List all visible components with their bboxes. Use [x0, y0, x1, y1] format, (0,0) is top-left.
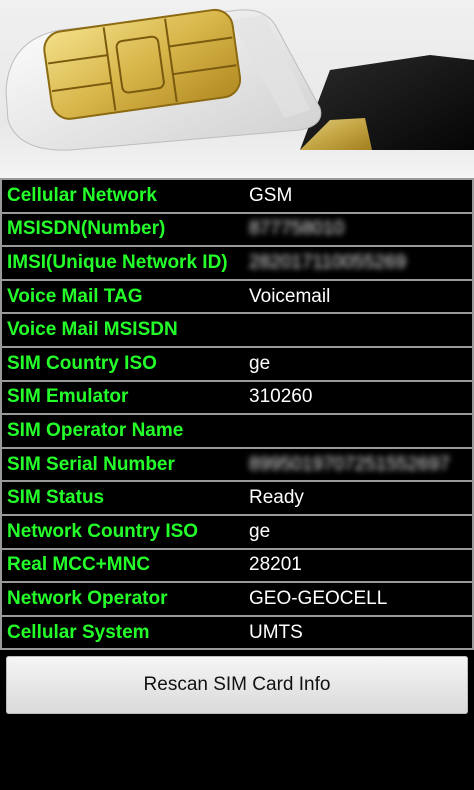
- row-sim-status: SIM Status Ready: [2, 482, 472, 514]
- value-sim-serial-number: 8995019707251552697: [249, 453, 450, 475]
- row-sim-country-iso: SIM Country ISO ge: [2, 347, 472, 380]
- value-network-operator: GEO-GEOCELL: [249, 587, 388, 609]
- sim-card-icon: [5, 8, 474, 151]
- sim-card-banner: [0, 0, 474, 178]
- row-voice-mail-tag: Voice Mail TAG Voicemail: [2, 280, 472, 313]
- value-msisdn: 877758010: [249, 218, 345, 240]
- row-sim-serial-number: SIM Serial Number 8995019707251552697: [2, 448, 472, 481]
- label-real-mcc-mnc: Real MCC+MNC: [7, 554, 151, 576]
- row-cellular-network: Cellular Network GSM: [2, 180, 472, 212]
- label-voice-mail-tag: Voice Mail TAG: [7, 285, 143, 307]
- row-sim-operator-name: SIM Operator Name: [2, 415, 472, 447]
- empty-footer: [0, 718, 474, 790]
- value-sim-status: Ready: [249, 487, 304, 509]
- label-voice-mail-msisdn: Voice Mail MSISDN: [7, 319, 178, 341]
- sim-info-table: Cellular Network GSM MSISDN(Number) 8777…: [0, 178, 474, 651]
- label-sim-country-iso: SIM Country ISO: [7, 352, 157, 374]
- label-msisdn: MSISDN(Number): [7, 218, 166, 240]
- label-network-country-iso: Network Country ISO: [7, 520, 199, 542]
- row-real-mcc-mnc: Real MCC+MNC 28201: [2, 549, 472, 582]
- value-cellular-network: GSM: [249, 184, 293, 206]
- label-sim-emulator: SIM Emulator: [7, 386, 129, 408]
- label-cellular-system: Cellular System: [7, 621, 150, 643]
- row-cellular-system: Cellular System UMTS: [2, 616, 472, 649]
- row-voice-mail-msisdn: Voice Mail MSISDN: [2, 314, 472, 346]
- value-imsi: 282017110055269: [249, 251, 407, 273]
- value-network-country-iso: ge: [249, 520, 271, 542]
- label-imsi: IMSI(Unique Network ID): [7, 251, 228, 273]
- row-imsi: IMSI(Unique Network ID) 282017110055269: [2, 247, 472, 279]
- value-voice-mail-tag: Voicemail: [249, 285, 331, 307]
- row-network-operator: Network Operator GEO-GEOCELL: [2, 583, 472, 615]
- label-network-operator: Network Operator: [7, 587, 168, 609]
- rescan-sim-button[interactable]: Rescan SIM Card Info: [6, 656, 468, 714]
- row-msisdn: MSISDN(Number) 877758010: [2, 213, 472, 246]
- label-sim-status: SIM Status: [7, 487, 105, 509]
- label-sim-operator-name: SIM Operator Name: [7, 419, 184, 441]
- value-real-mcc-mnc: 28201: [249, 554, 302, 576]
- row-sim-emulator: SIM Emulator 310260: [2, 381, 472, 414]
- label-sim-serial-number: SIM Serial Number: [7, 453, 175, 475]
- row-network-country-iso: Network Country ISO ge: [2, 515, 472, 548]
- label-cellular-network: Cellular Network: [7, 184, 157, 206]
- value-sim-emulator: 310260: [249, 386, 313, 408]
- button-area: Rescan SIM Card Info: [0, 654, 474, 718]
- value-sim-country-iso: ge: [249, 352, 271, 374]
- value-cellular-system: UMTS: [249, 621, 303, 643]
